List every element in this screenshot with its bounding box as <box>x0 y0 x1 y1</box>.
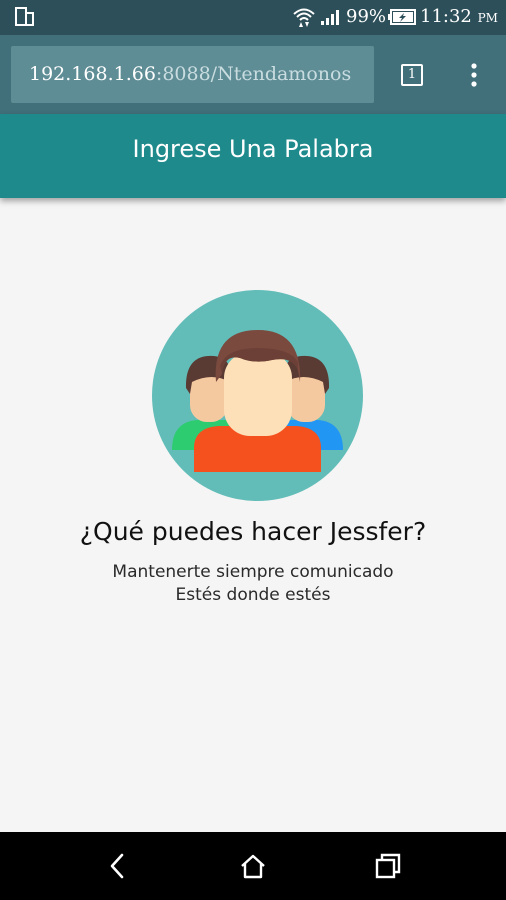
clock-ampm: PM <box>477 11 498 25</box>
system-nav-bar <box>0 832 506 900</box>
back-icon[interactable] <box>104 852 132 880</box>
url-host: 192.168.1.66 <box>29 63 156 85</box>
page-title: Ingrese Una Palabra <box>132 135 374 163</box>
url-field[interactable]: 192.168.1.66:8088/Ntendamonos <box>11 46 374 103</box>
subtext: Mantenerte siempre comunicado Estés dond… <box>0 561 506 607</box>
app-header: Ingrese Una Palabra <box>0 114 506 198</box>
battery-percent: 99% <box>346 6 387 27</box>
tab-switcher-button[interactable]: 1 <box>401 64 423 86</box>
home-icon[interactable] <box>239 852 267 880</box>
avatar-illustration <box>152 290 363 501</box>
user-group-icon <box>172 330 343 472</box>
clock: 11:32 PM <box>420 7 498 28</box>
subtext-line-2: Estés donde estés <box>175 585 331 605</box>
subtext-line-1: Mantenerte siempre comunicado <box>112 562 394 582</box>
wifi-icon <box>293 8 315 27</box>
signal-icon <box>321 10 339 25</box>
recents-icon[interactable] <box>374 852 402 880</box>
device-icon <box>15 7 34 26</box>
clock-time: 11:32 <box>420 6 472 27</box>
battery-charging-icon <box>388 9 416 25</box>
browser-toolbar: 192.168.1.66:8088/Ntendamonos 1 <box>0 35 506 114</box>
status-bar: 99% 11:32 PM <box>0 0 506 35</box>
headline: ¿Qué puedes hacer Jessfer? <box>79 517 427 546</box>
overflow-menu-icon[interactable] <box>462 62 486 88</box>
url-path: :8088/Ntendamonos <box>155 63 352 85</box>
